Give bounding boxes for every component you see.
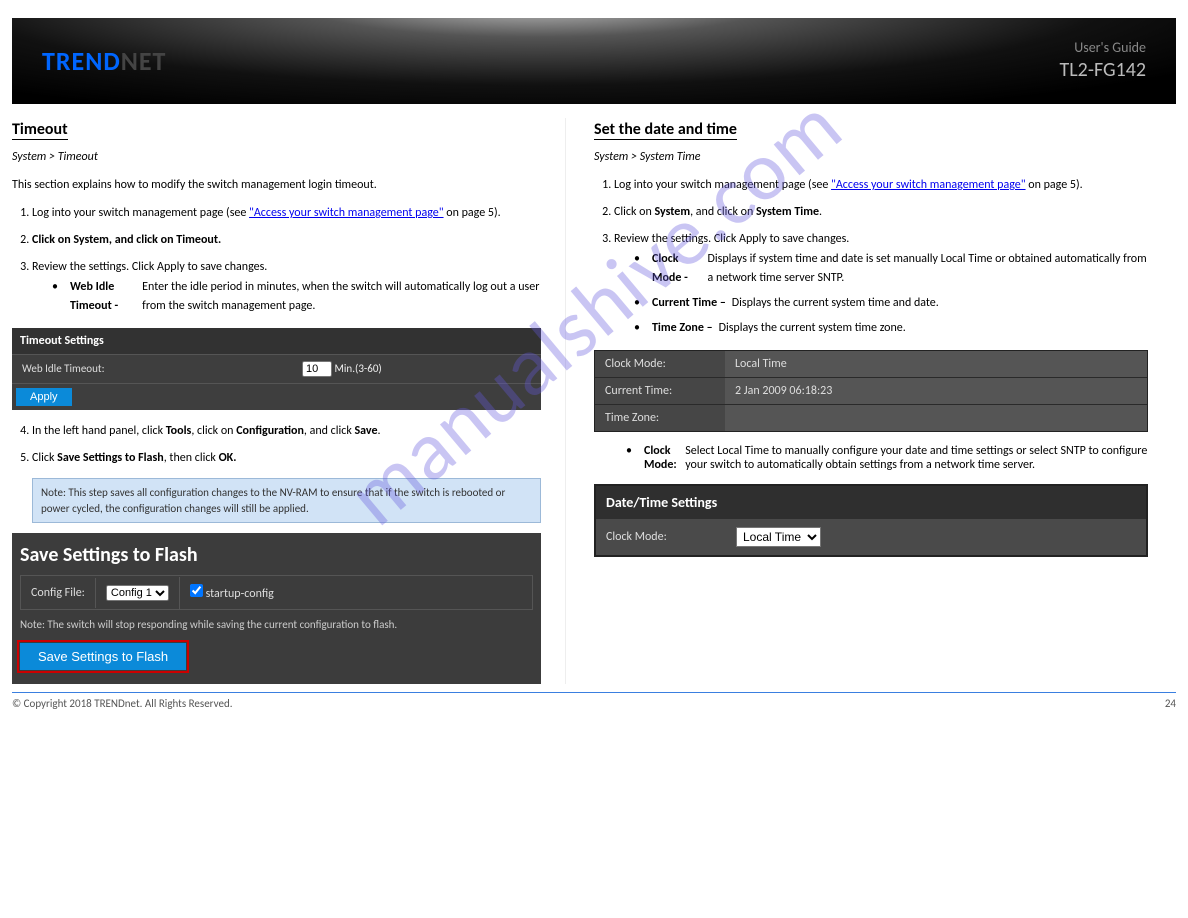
brand: TRENDNET	[42, 45, 166, 77]
top-banner: TRENDNET User's Guide TL2-FG142	[12, 18, 1176, 104]
clock-mode-select[interactable]: Local Time	[736, 527, 821, 547]
banner-right: User's Guide TL2-FG142	[1060, 39, 1146, 83]
footer: © Copyright 2018 TRENDnet. All Rights Re…	[12, 692, 1176, 710]
flash-panel: Save Settings to Flash Config File: Conf…	[12, 533, 541, 684]
flash-note: Note: The switch will stop responding wh…	[20, 618, 533, 631]
nav-path: System > Timeout	[12, 150, 541, 164]
section-title-date: Set the date and time	[594, 120, 737, 140]
dt-header: Date/Time Settings	[596, 486, 1146, 519]
date-time-panel: Date/Time Settings Clock Mode: Local Tim…	[594, 484, 1148, 557]
link-access-mgmt[interactable]: "Access your switch management page"	[249, 206, 444, 220]
steps-right: Log into your switch management page (se…	[614, 176, 1148, 338]
page-number: 24	[1165, 697, 1176, 710]
flash-config-select[interactable]: Config 1	[106, 585, 169, 601]
left-column: Timeout System > Timeout This section ex…	[12, 118, 566, 684]
dt-clock-mode-label: Clock Mode:	[606, 530, 736, 544]
apply-button[interactable]: Apply	[16, 388, 72, 406]
intro-text: This section explains how to modify the …	[12, 176, 541, 194]
timeout-label: Web Idle Timeout:	[12, 356, 292, 381]
note-box: Note: This step saves all configuration …	[32, 478, 541, 523]
copyright: © Copyright 2018 TRENDnet. All Rights Re…	[12, 697, 233, 710]
steps-left: Log into your switch management page (se…	[32, 204, 541, 316]
startup-config-check[interactable]: startup-config	[190, 587, 274, 601]
link-access-mgmt-2[interactable]: "Access your switch management page"	[831, 178, 1026, 192]
steps-left-b: In the left hand panel, click Tools, cli…	[32, 422, 541, 523]
timeout-input[interactable]	[302, 361, 332, 377]
save-settings-button[interactable]: Save Settings to Flash	[20, 643, 186, 670]
timeout-panel-title: Timeout Settings	[12, 328, 541, 354]
section-title-timeout: Timeout	[12, 120, 68, 140]
flash-config-label: Config File:	[21, 578, 96, 608]
clock-info-table: Clock Mode:Local Time Current Time:2 Jan…	[594, 350, 1148, 432]
timeout-panel: Timeout Settings Web Idle Timeout: Min.(…	[12, 328, 541, 410]
right-column: Set the date and time System > System Ti…	[594, 118, 1148, 684]
nav-path-right: System > System Time	[594, 150, 1148, 164]
flash-title: Save Settings to Flash	[20, 543, 533, 567]
